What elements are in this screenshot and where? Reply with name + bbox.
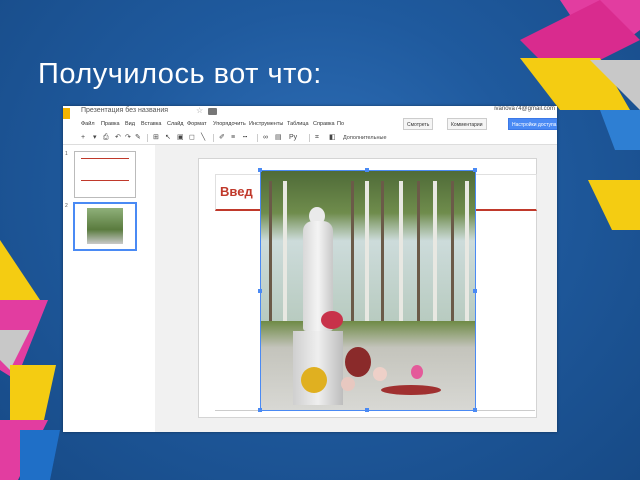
print-icon[interactable]: ⎙ — [103, 134, 109, 142]
resize-handle[interactable] — [473, 168, 477, 172]
undo-icon[interactable]: ↶ — [115, 134, 121, 142]
border-dash-icon[interactable]: ┅ — [243, 134, 247, 142]
image-icon[interactable]: ▣ — [177, 134, 184, 142]
divider — [257, 134, 258, 142]
menu-edit[interactable]: Правка — [101, 121, 120, 127]
slide-filmstrip: 1 2 — [63, 145, 156, 432]
google-slides-window: Презентация без названия ☆ ivanova74@gma… — [63, 106, 557, 432]
tree-trunk — [365, 181, 369, 331]
tree-trunk — [269, 181, 272, 331]
chevron-down-icon[interactable]: ▾ — [93, 134, 97, 142]
divider — [213, 134, 214, 142]
balloon — [411, 365, 423, 379]
menu-file[interactable]: Файл — [81, 121, 95, 127]
slides-logo-icon — [63, 108, 70, 119]
resize-handle[interactable] — [365, 168, 369, 172]
balloon — [341, 377, 355, 391]
tree-trunk — [351, 181, 354, 331]
border-color-icon[interactable]: ✐ — [219, 134, 225, 142]
menu-format[interactable]: Формат — [187, 121, 207, 127]
resize-handle[interactable] — [473, 408, 477, 412]
divider — [147, 134, 148, 142]
alt-text-icon[interactable]: Ру — [289, 134, 297, 142]
memorial-photo[interactable] — [260, 170, 476, 411]
resize-handle[interactable] — [258, 408, 262, 412]
tree-trunk — [451, 181, 454, 331]
line-icon[interactable]: ╲ — [201, 134, 205, 142]
resize-handle[interactable] — [258, 168, 262, 172]
comments-button[interactable]: Комментарии — [447, 118, 487, 130]
slide-canvas: Введ — [155, 145, 557, 432]
slide-title: Получилось вот что: — [38, 58, 322, 90]
flower-wreath — [321, 311, 343, 329]
menu-help[interactable]: Справка — [313, 121, 335, 127]
more-options[interactable]: Дополнительные — [343, 134, 387, 142]
slide-number: 2 — [65, 203, 68, 209]
zoom-icon[interactable]: ⊞ — [153, 134, 159, 142]
tree-trunk — [465, 181, 469, 331]
link-icon[interactable]: ∞ — [263, 134, 268, 142]
redo-icon[interactable]: ↷ — [125, 134, 131, 142]
comment-icon[interactable]: ▤ — [275, 134, 282, 142]
shape-icon[interactable]: ◻ — [189, 134, 195, 142]
folder-icon[interactable] — [208, 108, 217, 115]
user-email[interactable]: ivanova74@gmail.com — [494, 106, 555, 112]
balloon — [373, 367, 387, 381]
menu-slide[interactable]: Слайд — [167, 121, 184, 127]
current-slide[interactable]: Введ — [198, 158, 537, 418]
resize-handle[interactable] — [473, 289, 477, 293]
menu-table[interactable]: Таблица — [287, 121, 309, 127]
tree-trunk — [381, 181, 384, 331]
border-weight-icon[interactable]: ≡ — [231, 134, 235, 142]
divider — [309, 134, 310, 142]
flower-wreath — [381, 385, 441, 395]
menu-view[interactable]: Вид — [125, 121, 135, 127]
menu-bar: Файл Правка Вид Вставка Слайд Формат Упо… — [63, 118, 557, 131]
crop-icon[interactable]: ⌗ — [315, 134, 319, 142]
star-icon[interactable]: ☆ — [196, 106, 203, 115]
present-button[interactable]: Смотреть — [403, 118, 434, 130]
slide-thumbnail-2[interactable] — [74, 203, 136, 250]
menu-arrange[interactable]: Упорядочить — [213, 121, 246, 127]
title-text: Введ — [220, 184, 253, 199]
toolbar: + ▾ ⎙ ↶ ↷ ✎ ⊞ ↖ ▣ ◻ ╲ ✐ ≡ ┅ ∞ ▤ Ру ⌗ ◧ Д… — [63, 132, 557, 145]
flower-wreath — [301, 367, 327, 393]
menu-insert[interactable]: Вставка — [141, 121, 161, 127]
tree-trunk — [417, 181, 420, 331]
plus-icon[interactable]: + — [81, 134, 85, 142]
share-button[interactable]: Настройки доступа — [508, 118, 557, 130]
resize-handle[interactable] — [365, 408, 369, 412]
menu-more[interactable]: По — [337, 121, 344, 127]
slide-number: 1 — [65, 151, 68, 157]
thumb-title-line — [81, 158, 129, 159]
image-options-icon[interactable]: ◧ — [329, 134, 336, 142]
resize-handle[interactable] — [258, 289, 262, 293]
tree-trunk — [399, 181, 403, 331]
cursor-icon[interactable]: ↖ — [165, 134, 171, 142]
flower-wreath — [345, 347, 371, 377]
thumb-photo — [87, 208, 123, 244]
slide-thumbnail-1[interactable] — [74, 151, 136, 198]
paint-format-icon[interactable]: ✎ — [135, 134, 141, 142]
menu-tools[interactable]: Инструменты — [249, 121, 283, 127]
thumb-title-line — [81, 180, 129, 181]
document-title[interactable]: Презентация без названия — [81, 107, 168, 114]
tree-trunk — [283, 181, 287, 331]
tree-trunk — [433, 181, 437, 331]
